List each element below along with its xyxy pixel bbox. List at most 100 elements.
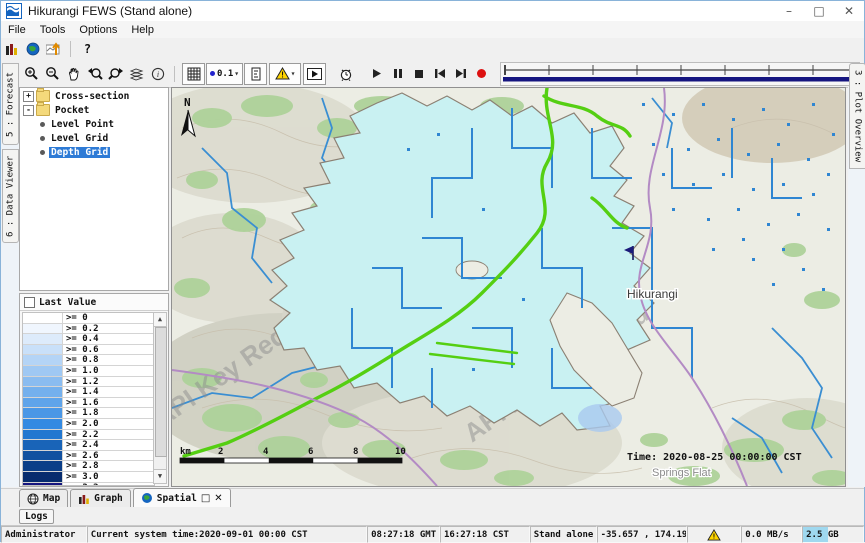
zoom-in-icon[interactable] xyxy=(21,64,42,84)
bottom-tab-bar: Map Graph Spatial □ ✕ xyxy=(1,488,864,507)
legend-swatch xyxy=(23,483,63,487)
tab-close-icon[interactable]: ✕ xyxy=(214,493,222,504)
tree-node-pocket[interactable]: - Pocket xyxy=(23,104,168,116)
tab-spatial[interactable]: Spatial □ ✕ xyxy=(133,488,231,507)
tree-node-cross-section[interactable]: + Cross-section xyxy=(23,90,168,102)
tree-node-level-point[interactable]: Level Point xyxy=(23,118,168,130)
menu-help[interactable]: Help xyxy=(124,23,161,37)
tab-data-viewer-label: 6 : Data Viewer xyxy=(6,155,16,236)
status-user: Administrator xyxy=(1,526,87,543)
chevron-down-icon: ▾ xyxy=(234,69,239,78)
status-throughput: 0.0 MB/s xyxy=(741,526,802,543)
app-logo-icon xyxy=(6,3,22,19)
grid-toggle-button[interactable] xyxy=(182,63,205,85)
legend-row: >= 1.8 xyxy=(23,408,154,419)
record-button[interactable] xyxy=(471,64,492,84)
legend-swatch xyxy=(23,387,63,397)
tab-graph[interactable]: Graph xyxy=(70,489,131,507)
tab-forecast[interactable]: 5 : Forecast xyxy=(2,63,19,145)
timer-icon[interactable] xyxy=(335,64,356,84)
legend-swatch xyxy=(23,366,63,376)
legend-swatch xyxy=(23,345,63,355)
legend-row: >= 2.8 xyxy=(23,461,154,472)
folder-icon xyxy=(36,104,50,116)
status-coordinates: -35.657 , 174.199 xyxy=(597,526,688,543)
legend-swatch xyxy=(23,461,63,471)
tree-node-depth-grid[interactable]: Depth Grid xyxy=(23,146,168,158)
warning-dropdown[interactable]: ! ▾ xyxy=(269,63,301,85)
stop-button[interactable] xyxy=(408,64,429,84)
chevron-down-icon: ▾ xyxy=(291,69,296,78)
svg-text:i: i xyxy=(156,70,158,79)
zoom-previous-icon[interactable] xyxy=(84,64,105,84)
first-step-button[interactable] xyxy=(429,64,450,84)
layers-icon[interactable] xyxy=(126,64,147,84)
globe-blue-icon xyxy=(141,492,153,504)
tab-forecast-label: 5 : Forecast xyxy=(6,71,16,136)
tab-maximize-icon[interactable]: □ xyxy=(201,493,210,504)
legend-row: >= 1.6 xyxy=(23,398,154,409)
menu-tools[interactable]: Tools xyxy=(33,23,73,37)
pan-hand-icon[interactable] xyxy=(63,64,84,84)
profile-button[interactable] xyxy=(244,63,267,85)
explorer-icon[interactable] xyxy=(1,39,22,59)
tree-node-label: Cross-section xyxy=(53,91,131,102)
tab-plot-overview-label: 3 : Plot Overview xyxy=(853,70,863,162)
main-toolbar: ? xyxy=(1,38,864,61)
pause-button[interactable] xyxy=(387,64,408,84)
svg-text:!: ! xyxy=(280,71,285,80)
zoom-out-icon[interactable] xyxy=(42,64,63,84)
expand-icon[interactable]: + xyxy=(23,91,34,102)
grid-interval-dropdown[interactable]: 0.1 ▾ xyxy=(206,63,243,85)
globe-map-icon[interactable] xyxy=(22,39,43,59)
status-gmt-time: 08:27:18 GMT xyxy=(367,526,440,543)
svg-text:2: 2 xyxy=(218,447,223,457)
map-view[interactable]: API Key Required API Key Required xyxy=(171,87,846,487)
help-button[interactable]: ? xyxy=(77,39,98,59)
tab-data-viewer[interactable]: 6 : Data Viewer xyxy=(2,149,19,243)
tree-node-label: Level Point xyxy=(49,119,116,130)
legend-row: >= 0.6 xyxy=(23,345,154,356)
bullet-icon xyxy=(40,150,45,155)
legend-row: >= 0.2 xyxy=(23,324,154,335)
minimize-button[interactable]: – xyxy=(774,1,804,21)
menu-file[interactable]: File xyxy=(1,23,33,37)
logs-button[interactable]: Logs xyxy=(19,509,54,524)
legend-row: >= 2.0 xyxy=(23,419,154,430)
legend-swatch xyxy=(23,324,63,334)
play-button[interactable] xyxy=(366,64,387,84)
bar-chart-icon xyxy=(78,493,90,505)
legend-row: >= 1.2 xyxy=(23,377,154,388)
status-warning-cell[interactable]: ! xyxy=(687,526,741,543)
legend-swatch xyxy=(23,398,63,408)
menu-options[interactable]: Options xyxy=(72,23,124,37)
legend-row: >= 3.0 xyxy=(23,472,154,483)
maximize-button[interactable]: □ xyxy=(804,1,834,21)
zoom-next-icon[interactable] xyxy=(105,64,126,84)
last-step-button[interactable] xyxy=(450,64,471,84)
place-label: Springs Flat xyxy=(652,467,711,479)
map-canvas[interactable]: API Key Required API Key Required xyxy=(172,88,845,486)
logs-row: Logs xyxy=(1,507,864,525)
tree-node-level-grid[interactable]: Level Grid xyxy=(23,132,168,144)
legend-swatch xyxy=(23,472,63,482)
legend-row: >= 2.6 xyxy=(23,451,154,462)
scrollbar-thumb[interactable] xyxy=(155,327,167,457)
timeline-slider[interactable] xyxy=(500,62,860,86)
info-icon[interactable]: i xyxy=(147,64,168,84)
toolbar-separator xyxy=(70,41,71,57)
legend-scrollbar[interactable]: ▲ ▼ xyxy=(153,312,167,484)
status-memory: 2.5 GB xyxy=(802,526,864,543)
tab-plot-overview[interactable]: 3 : Plot Overview xyxy=(849,63,865,169)
timeseries-icon[interactable] xyxy=(43,39,64,59)
scroll-up-icon[interactable]: ▲ xyxy=(154,313,166,327)
last-value-label: Last Value xyxy=(39,297,96,308)
last-value-checkbox[interactable] xyxy=(24,297,35,308)
collapse-icon[interactable]: - xyxy=(23,105,34,116)
scroll-down-icon[interactable]: ▼ xyxy=(154,469,166,483)
svg-text:!: ! xyxy=(712,531,716,540)
tab-map[interactable]: Map xyxy=(19,489,68,507)
legend-panel: Last Value >= 0 >= 0.2 >= 0.4 >= 0.6 >= … xyxy=(19,293,169,487)
close-button[interactable]: ✕ xyxy=(834,1,864,21)
animation-window-button[interactable] xyxy=(303,63,326,85)
